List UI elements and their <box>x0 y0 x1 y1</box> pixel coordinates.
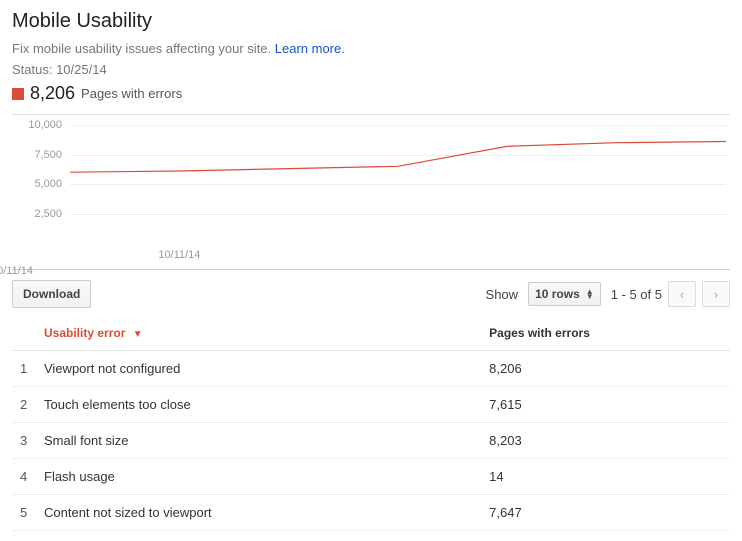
chart-container: 2,500 5,000 7,500 10,000 10/11/14 10/11/14 <box>12 114 730 270</box>
status-label: Status: <box>12 62 56 77</box>
learn-more-link[interactable]: Learn more. <box>275 41 345 56</box>
row-index: 5 <box>12 495 36 531</box>
status-date: 10/25/14 <box>56 62 107 77</box>
subtitle-text: Fix mobile usability issues affecting yo… <box>12 41 275 56</box>
y-tick-label: 7,500 <box>34 149 62 161</box>
toolbar-right: Show 10 rows ▲▼ 1 - 5 of 5 ‹ › <box>486 281 730 307</box>
chart-series-line <box>70 142 726 173</box>
row-pages: 14 <box>481 459 730 495</box>
table-row[interactable]: 3Small font size8,203 <box>12 423 730 459</box>
stepper-icon: ▲▼ <box>586 289 594 299</box>
chevron-left-icon: ‹ <box>680 287 684 302</box>
download-button[interactable]: Download <box>12 280 91 308</box>
row-error: Viewport not configured <box>36 351 481 387</box>
table-row[interactable]: 2Touch elements too close7,615 <box>12 387 730 423</box>
rows-select[interactable]: 10 rows ▲▼ <box>528 282 601 306</box>
col-error-header[interactable]: Usability error ▼ <box>36 316 481 351</box>
chevron-right-icon: › <box>714 287 718 302</box>
y-tick-label: 2,500 <box>34 208 62 220</box>
col-error-label: Usability error <box>44 326 125 340</box>
row-error: Flash usage <box>36 459 481 495</box>
line-chart: 2,500 5,000 7,500 10,000 10/11/14 10/11/14 <box>12 121 730 261</box>
metric-color-swatch <box>12 88 24 100</box>
row-error: Touch elements too close <box>36 387 481 423</box>
row-index: 3 <box>12 423 36 459</box>
status-line: Status: 10/25/14 <box>12 62 730 77</box>
row-pages: 8,206 <box>481 351 730 387</box>
metric-value: 8,206 <box>30 83 75 104</box>
y-tick-label: 5,000 <box>34 178 62 190</box>
table-row[interactable]: 4Flash usage14 <box>12 459 730 495</box>
row-index: 2 <box>12 387 36 423</box>
sort-desc-icon: ▼ <box>133 329 143 340</box>
y-tick-label: 10,000 <box>28 119 62 131</box>
table-row[interactable]: 1Viewport not configured8,206 <box>12 351 730 387</box>
pager-range: 1 - 5 of 5 <box>611 287 662 302</box>
page-subtitle: Fix mobile usability issues affecting yo… <box>12 41 730 56</box>
errors-table: Usability error ▼ Pages with errors 1Vie… <box>12 316 730 531</box>
row-pages: 7,615 <box>481 387 730 423</box>
show-label: Show <box>486 287 519 302</box>
metric-label: Pages with errors <box>81 86 182 101</box>
table-row[interactable]: 5Content not sized to viewport7,647 <box>12 495 730 531</box>
rows-select-value: 10 rows <box>535 287 580 301</box>
prev-page-button[interactable]: ‹ <box>668 281 696 307</box>
pager: 1 - 5 of 5 ‹ › <box>611 281 730 307</box>
table-toolbar: Download Show 10 rows ▲▼ 1 - 5 of 5 ‹ › <box>12 280 730 308</box>
plot-area: 10/11/14 <box>70 125 726 243</box>
page-title: Mobile Usability <box>12 10 730 33</box>
col-pages-header[interactable]: Pages with errors <box>481 316 730 351</box>
x-tick-label: 10/11/14 <box>0 265 33 277</box>
row-index: 4 <box>12 459 36 495</box>
row-error: Small font size <box>36 423 481 459</box>
row-pages: 7,647 <box>481 495 730 531</box>
row-index: 1 <box>12 351 36 387</box>
col-index-header <box>12 316 36 351</box>
next-page-button[interactable]: › <box>702 281 730 307</box>
x-tick-label: 10/11/14 <box>158 249 200 261</box>
metric-summary: 8,206 Pages with errors <box>12 83 730 104</box>
row-pages: 8,203 <box>481 423 730 459</box>
row-error: Content not sized to viewport <box>36 495 481 531</box>
